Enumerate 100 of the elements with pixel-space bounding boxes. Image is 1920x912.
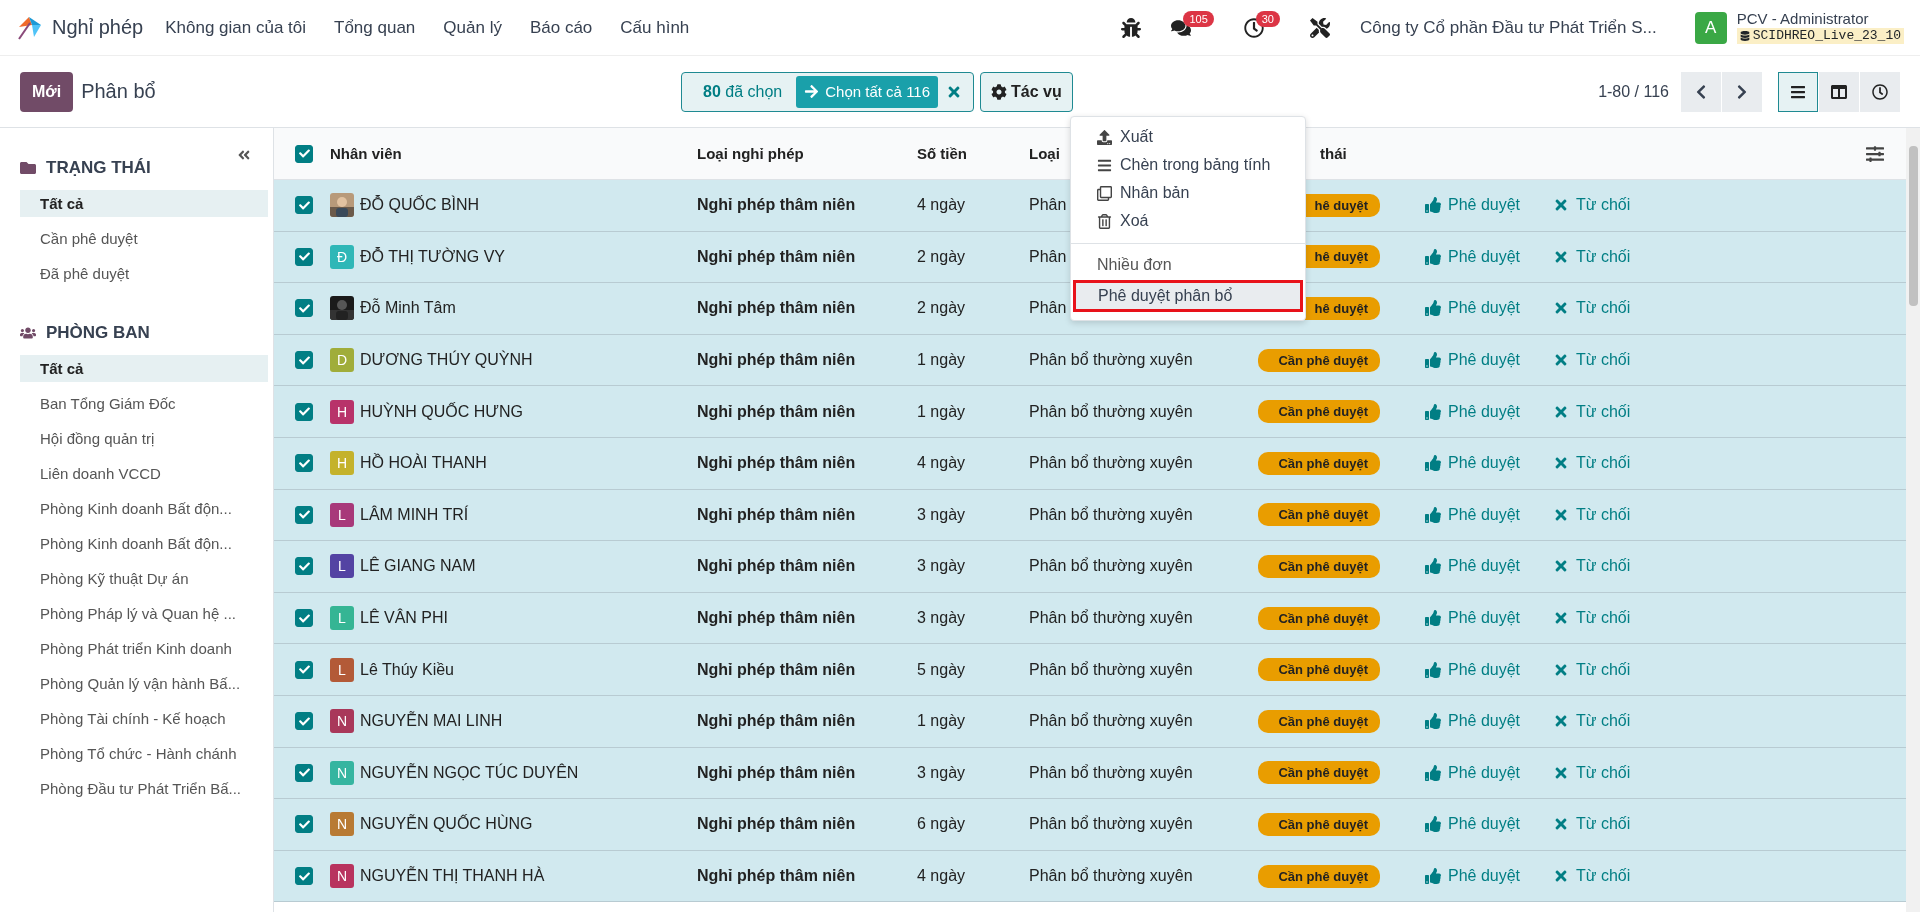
approve-link[interactable]: Phê duyệt	[1425, 712, 1553, 731]
menu-item-label: Xoá	[1120, 212, 1149, 230]
approve-link[interactable]: Phê duyệt	[1425, 660, 1553, 679]
app-name[interactable]: Nghỉ phép	[52, 16, 144, 39]
menu-item[interactable]: Quản lý	[443, 17, 502, 38]
refuse-link[interactable]: Từ chối	[1553, 660, 1906, 679]
thumbs-up-icon	[1425, 197, 1441, 214]
column-header[interactable]: Số tiền	[917, 145, 1029, 162]
thumbs-up-icon	[1425, 713, 1441, 730]
refuse-link[interactable]: Từ chối	[1553, 505, 1906, 524]
refuse-link[interactable]: Từ chối	[1553, 299, 1906, 318]
row-checkbox[interactable]	[295, 609, 313, 628]
filter-item[interactable]: Tất cả	[20, 190, 268, 217]
menu-item[interactable]: Tổng quan	[334, 17, 416, 38]
refuse-link[interactable]: Từ chối	[1553, 867, 1906, 885]
table-cell: Phân bổ thường xuyên	[1029, 660, 1193, 679]
row-checkbox[interactable]	[295, 815, 313, 834]
approve-link[interactable]: Phê duyệt	[1425, 196, 1553, 215]
menu-item[interactable]: Không gian của tôi	[165, 17, 307, 38]
row-checkbox[interactable]	[295, 247, 313, 266]
previous-button[interactable]	[1681, 71, 1721, 112]
filter-item[interactable]: Tất cả	[20, 355, 268, 382]
row-checkbox[interactable]	[295, 454, 313, 473]
row-checkbox[interactable]	[295, 712, 313, 731]
check-icon	[298, 509, 310, 521]
filter-item[interactable]: Phòng Phát triển Kinh doanh	[20, 635, 268, 662]
filter-item[interactable]: Phòng Tài chính - Kế hoạch	[20, 705, 268, 732]
row-checkbox[interactable]	[295, 557, 313, 576]
filter-item[interactable]: Phòng Kinh doanh Bất độn...	[20, 530, 268, 557]
next-button[interactable]	[1722, 71, 1762, 112]
refuse-link[interactable]: Từ chối	[1553, 247, 1906, 266]
list-icon	[1790, 83, 1806, 100]
kanban-view-button[interactable]	[1819, 71, 1859, 112]
filter-item[interactable]: Phòng Kinh doanh Bất độn...	[20, 495, 268, 522]
columns-icon	[1831, 83, 1847, 100]
settings-icon[interactable]	[1866, 144, 1884, 163]
refuse-link[interactable]: Từ chối	[1553, 763, 1906, 782]
filter-item[interactable]: Phòng Đầu tư Phát Triển Bấ...	[20, 775, 268, 802]
thumbs-up-icon	[1425, 868, 1441, 884]
menu-item[interactable]: Xuất	[1071, 123, 1305, 151]
filter-item[interactable]: Ban Tổng Giám Đốc	[20, 390, 268, 417]
approve-link[interactable]: Phê duyệt	[1425, 299, 1553, 318]
export-icon	[1097, 129, 1112, 145]
bug-icon[interactable]	[1121, 17, 1142, 38]
arrow-right-icon	[804, 84, 820, 99]
menu-item[interactable]: Chèn trong bảng tính	[1071, 151, 1305, 179]
approve-link[interactable]: Phê duyệt	[1425, 867, 1553, 885]
approve-link[interactable]: Phê duyệt	[1425, 351, 1553, 370]
approve-link[interactable]: Phê duyệt	[1425, 763, 1553, 782]
row-checkbox[interactable]	[295, 505, 313, 524]
approve-link[interactable]: Phê duyệt	[1425, 815, 1553, 834]
refuse-link[interactable]: Từ chối	[1553, 712, 1906, 731]
row-checkbox[interactable]	[295, 351, 313, 370]
table-cell: 2 ngày	[917, 299, 966, 318]
row-checkbox[interactable]	[295, 196, 313, 215]
tools-icon[interactable]	[1310, 17, 1330, 38]
filter-item[interactable]: Phòng Quản lý vận hành Bấ...	[20, 670, 268, 697]
filter-item[interactable]: Phòng Tổ chức - Hành chánh	[20, 740, 268, 767]
refuse-link[interactable]: Từ chối	[1553, 351, 1906, 370]
approve-link[interactable]: Phê duyệt	[1425, 454, 1553, 473]
approve-link[interactable]: Phê duyệt	[1425, 505, 1553, 524]
chat-icon[interactable]	[1171, 17, 1192, 38]
row-checkbox[interactable]	[295, 402, 313, 421]
company-switcher[interactable]: Công ty Cổ phần Đầu tư Phát Triển S...	[1360, 17, 1657, 38]
refuse-link[interactable]: Từ chối	[1553, 196, 1906, 215]
filter-item[interactable]: Cần phê duyệt	[20, 225, 268, 252]
filter-item[interactable]: Hội đồng quản trị	[20, 425, 268, 452]
approve-link[interactable]: Phê duyệt	[1425, 557, 1553, 576]
filter-item[interactable]: Phòng Pháp lý và Quan hệ ...	[20, 600, 268, 627]
column-header[interactable]: Nhân viên	[330, 145, 697, 162]
filter-item[interactable]: Đã phê duyệt	[20, 260, 268, 287]
refuse-link[interactable]: Từ chối	[1553, 557, 1906, 576]
row-checkbox[interactable]	[295, 867, 313, 885]
refuse-link[interactable]: Từ chối	[1553, 815, 1906, 834]
table-cell: 5 ngày	[917, 660, 966, 679]
approve-link[interactable]: Phê duyệt	[1425, 402, 1553, 421]
refuse-link[interactable]: Từ chối	[1553, 454, 1906, 473]
menu-item[interactable]: Cấu hình	[620, 17, 690, 38]
table-cell: 1 ngày	[917, 402, 966, 421]
refuse-link[interactable]: Từ chối	[1553, 609, 1906, 628]
activity-view-button[interactable]	[1860, 71, 1900, 112]
clock-icon[interactable]	[1243, 17, 1264, 38]
row-checkbox[interactable]	[295, 763, 313, 782]
row-checkbox[interactable]	[295, 660, 313, 679]
actions-button[interactable]: Tác vụ	[980, 71, 1073, 112]
select-all-checkbox[interactable]	[295, 144, 313, 163]
column-header[interactable]: Loại nghỉ phép	[697, 145, 917, 162]
menu-item[interactable]: Phê duyệt phân bổ	[1073, 280, 1303, 312]
scrollbar-thumb[interactable]	[1908, 146, 1918, 306]
row-checkbox[interactable]	[295, 299, 313, 318]
list-view-button[interactable]	[1778, 71, 1818, 112]
user-name[interactable]: PCV - Administrator	[1736, 11, 1904, 28]
new-button[interactable]: Mới	[20, 71, 74, 112]
filter-item[interactable]: Liên doanh VCCD	[20, 460, 268, 487]
menu-item[interactable]: Báo cáo	[529, 17, 593, 38]
approve-link[interactable]: Phê duyệt	[1425, 247, 1553, 266]
status-badge: Cần phê duyệt	[1258, 606, 1380, 630]
approve-link[interactable]: Phê duyệt	[1425, 609, 1553, 628]
refuse-link[interactable]: Từ chối	[1553, 402, 1906, 421]
filter-item[interactable]: Phòng Kỹ thuật Dự án	[20, 565, 268, 592]
